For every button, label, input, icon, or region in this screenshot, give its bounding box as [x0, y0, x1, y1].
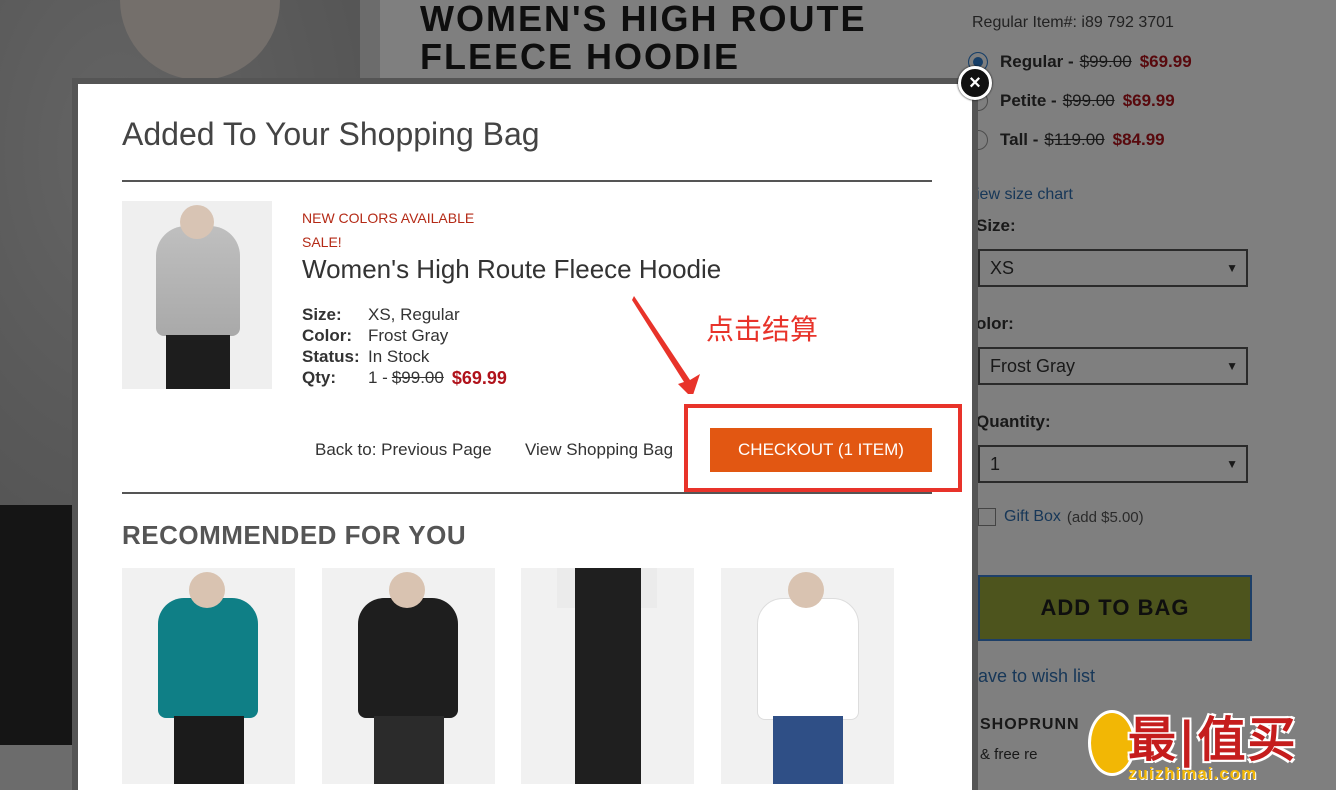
rec-jeans	[773, 716, 843, 784]
spec-key: Color:	[302, 326, 353, 345]
spec-value: 1 -	[368, 368, 388, 387]
annotation-text: 点击结算	[706, 313, 819, 346]
rec-head	[389, 572, 425, 608]
rec-tshirt	[757, 598, 859, 720]
back-to-previous-page-link[interactable]: Back to: Previous Page	[315, 440, 492, 460]
qty-old-price: $99.00	[391, 368, 444, 387]
rec-legs	[374, 716, 444, 784]
divider	[122, 492, 932, 494]
recommended-item[interactable]	[322, 568, 495, 784]
new-colors-tag: NEW COLORS AVAILABLE	[302, 210, 475, 226]
rec-jacket	[358, 598, 458, 718]
close-icon[interactable]: ×	[958, 66, 992, 100]
product-thumbnail[interactable]	[122, 201, 272, 389]
sale-tag: SALE!	[302, 234, 342, 250]
thumbnail-hoodie	[156, 226, 240, 336]
spec-key: Status:	[302, 347, 360, 366]
spec-value: XS, Regular	[368, 305, 460, 324]
spec-key: Qty:	[302, 368, 336, 387]
rec-legs	[174, 716, 244, 784]
spec-key: Size:	[302, 305, 342, 324]
recommended-title: RECOMMENDED FOR YOU	[122, 520, 467, 550]
product-name[interactable]: Women's High Route Fleece Hoodie	[302, 254, 721, 285]
thumbnail-legs	[166, 335, 230, 389]
recommended-item[interactable]	[122, 568, 295, 784]
spec-color: Color: Frost Gray	[302, 326, 448, 346]
spec-value: In Stock	[368, 347, 430, 366]
rec-head	[788, 572, 824, 608]
checkout-button[interactable]: CHECKOUT (1 ITEM)	[710, 428, 932, 472]
spec-qty: Qty: 1 - $99.00 $69.99	[302, 368, 507, 389]
recommended-item[interactable]	[521, 568, 694, 784]
watermark-url: zuizhimai.com	[1128, 764, 1258, 783]
modal-title: Added To Your Shopping Bag	[122, 116, 540, 152]
recommended-item[interactable]	[721, 568, 894, 784]
spec-value: Frost Gray	[368, 326, 449, 345]
rec-head	[189, 572, 225, 608]
rec-jacket	[158, 598, 258, 718]
divider	[122, 180, 932, 182]
watermark-text: 最|值买	[1128, 712, 1298, 768]
thumbnail-head	[180, 205, 214, 239]
spec-status: Status: In Stock	[302, 347, 429, 367]
rec-pants	[575, 568, 641, 784]
added-to-bag-modal: Added To Your Shopping Bag NEW COLORS AV…	[72, 78, 978, 790]
qty-sale-price: $69.99	[451, 368, 507, 388]
annotation-arrow-icon	[632, 296, 700, 394]
view-shopping-bag-link[interactable]: View Shopping Bag	[525, 440, 673, 460]
watermark: 最|值买 zuizhimai.com	[1088, 700, 1336, 790]
spec-size: Size: XS, Regular	[302, 305, 460, 325]
